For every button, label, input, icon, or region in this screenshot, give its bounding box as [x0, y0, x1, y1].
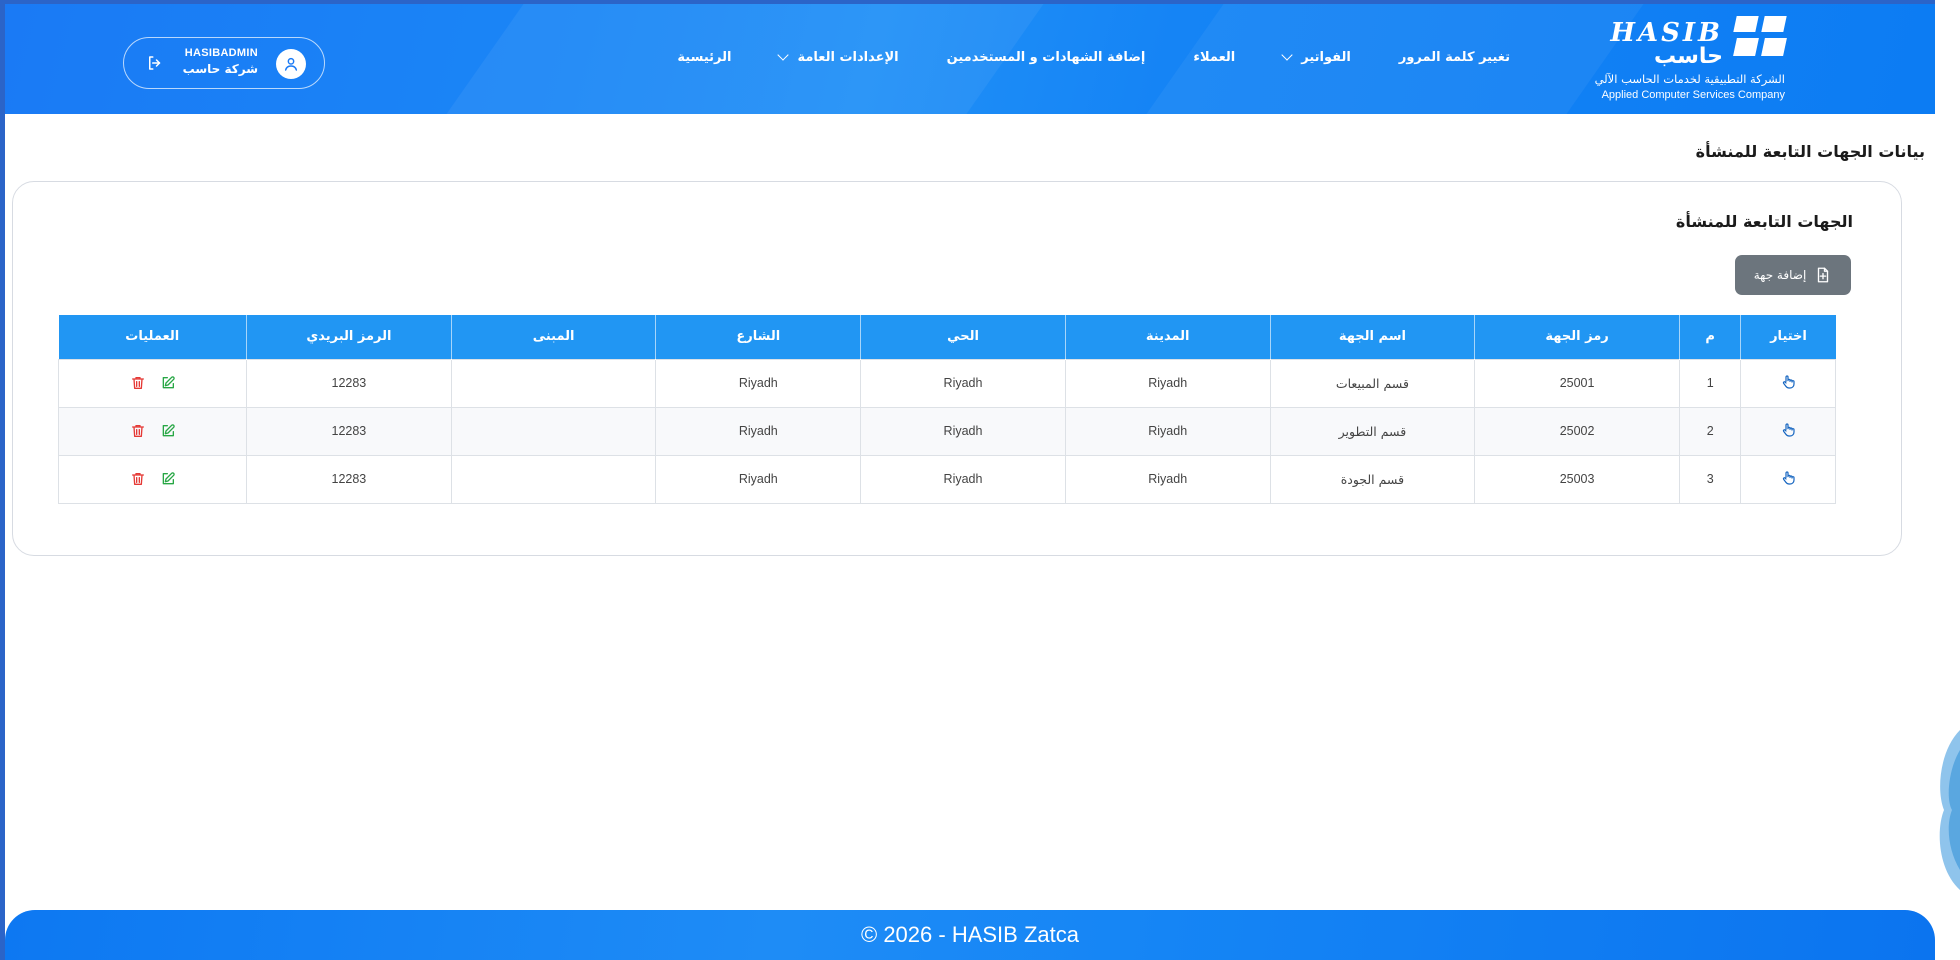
cell-index: 3 — [1678, 454, 1742, 504]
table-row[interactable]: 1 25001 قسم المبيعات Riyadh Riyadh Riyadh 1228… — [57, 358, 1836, 408]
chevron-down-icon — [777, 49, 790, 61]
column-header: اسم الجهة — [1269, 315, 1475, 359]
select-cell — [1740, 358, 1836, 408]
cell-building — [450, 358, 657, 408]
page-title: بيانات الجهات التابعة للمنشأة — [1695, 142, 1925, 161]
column-header: الحي — [860, 315, 1066, 359]
nav-item-label: الرئيسية — [677, 50, 732, 65]
cell-city: Riyadh — [1064, 406, 1271, 456]
cell-postal: 12283 — [246, 454, 452, 504]
cell-district: Riyadh — [860, 358, 1066, 408]
nav-item-4[interactable]: الفواتير — [1281, 49, 1351, 65]
trash-icon[interactable] — [130, 375, 146, 391]
cell-building — [450, 406, 657, 456]
column-header: م — [1678, 315, 1741, 359]
logo-brand-ar: حاسب — [1653, 44, 1723, 69]
column-header: رمز الجهة — [1474, 315, 1680, 359]
footer: © 2026 - HASIB Zatca — [5, 910, 1935, 960]
logo-mark-icon — [1733, 16, 1787, 32]
user-icon — [284, 57, 298, 71]
side-decoration-icon — [1939, 730, 1960, 890]
company-logo[interactable]: HASIB حاسب الشركة التطبيقية لخدمات الحاس… — [1565, 14, 1787, 106]
entities-table: اختيار م رمز الجهة اسم الجهة المدينة الحي الشا… — [57, 315, 1836, 504]
column-header: الرمز البريدي — [246, 315, 452, 359]
nav-item-label: الفواتير — [1301, 50, 1351, 65]
nav-item-label: إضافة الشهادات و المستخدمين — [946, 50, 1146, 65]
select-cell — [1740, 454, 1836, 504]
cell-street: Riyadh — [655, 358, 862, 408]
cell-district: Riyadh — [860, 454, 1066, 504]
avatar[interactable] — [276, 49, 306, 79]
hand-pointer-icon[interactable] — [1780, 374, 1796, 390]
actions-cell — [57, 454, 248, 504]
card-title: الجهات التابعة للمنشأة — [1675, 212, 1853, 231]
table-row[interactable]: 3 25003 قسم الجودة Riyadh Riyadh Riyadh 12283 — [57, 454, 1836, 504]
add-entity-label: إضافة جهة — [1753, 268, 1807, 282]
edit-icon[interactable] — [160, 471, 176, 487]
nav-item-3[interactable]: العملاء — [1193, 50, 1235, 65]
logo-subtitle-en: Applied Computer Services Company — [1601, 89, 1785, 101]
cell-name: قسم المبيعات — [1269, 358, 1476, 408]
cell-district: Riyadh — [860, 406, 1066, 456]
top-navbar: HASIB حاسب الشركة التطبيقية لخدمات الحاس… — [5, 4, 1935, 114]
nav-item-2[interactable]: إضافة الشهادات و المستخدمين — [947, 50, 1146, 65]
cell-code: 25003 — [1474, 454, 1680, 504]
cell-postal: 12283 — [246, 406, 452, 456]
logo-mark-icon-lower — [1733, 38, 1787, 56]
cell-index: 1 — [1678, 358, 1742, 408]
row-actions — [59, 423, 246, 439]
table-body: 1 25001 قسم المبيعات Riyadh Riyadh Riyadh 1228… — [57, 358, 1836, 504]
main-nav: الرئيسية الإعدادات العامة إضافة الشهادات و… — [677, 49, 1510, 65]
column-header: اختيار — [1740, 315, 1836, 359]
column-header: المدينة — [1064, 315, 1271, 359]
table-header-row: اختيار م رمز الجهة اسم الجهة المدينة الحي الشا… — [58, 315, 1836, 359]
cell-code: 25001 — [1474, 358, 1680, 408]
user-info: HASIBADMIN شركة حاسب — [183, 47, 258, 76]
user-menu[interactable]: HASIBADMIN شركة حاسب — [123, 37, 325, 89]
cell-building — [450, 454, 657, 504]
footer-copyright: © 2026 - HASIB Zatca — [861, 922, 1079, 947]
row-actions — [59, 375, 246, 391]
entities-card: الجهات التابعة للمنشأة إضافة جهة اختيار م… — [12, 181, 1902, 556]
chevron-down-icon — [1281, 49, 1293, 61]
column-header: المبنى — [450, 315, 656, 359]
logo-subtitle-ar: الشركة التطبيقية لخدمات الحاسب الآلي — [1594, 72, 1785, 86]
add-entity-button[interactable]: إضافة جهة — [1735, 255, 1851, 295]
edit-icon[interactable] — [160, 375, 176, 391]
cell-postal: 12283 — [246, 358, 452, 408]
cell-index: 2 — [1678, 406, 1742, 456]
cell-city: Riyadh — [1064, 358, 1271, 408]
app-window: HASIB حاسب الشركة التطبيقية لخدمات الحاس… — [0, 0, 1935, 960]
cell-name: قسم التطوير — [1269, 406, 1476, 456]
table-header: اختيار م رمز الجهة اسم الجهة المدينة الحي الشا… — [58, 315, 1836, 359]
cell-name: قسم الجودة — [1269, 454, 1476, 504]
cell-city: Riyadh — [1064, 454, 1271, 504]
cell-street: Riyadh — [655, 406, 862, 456]
user-name: HASIBADMIN — [184, 47, 258, 59]
actions-cell — [57, 406, 248, 456]
trash-icon[interactable] — [130, 423, 146, 439]
column-header: العمليات — [58, 315, 247, 359]
nav-item-label: الإعدادات العامة — [797, 50, 899, 65]
edit-icon[interactable] — [160, 423, 176, 439]
column-header: الشارع — [655, 315, 861, 359]
nav-item-0[interactable]: الرئيسية — [677, 50, 731, 65]
select-cell — [1740, 406, 1836, 456]
trash-icon[interactable] — [130, 471, 146, 487]
user-company: شركة حاسب — [182, 62, 258, 76]
nav-item-1[interactable]: الإعدادات العامة — [777, 49, 899, 65]
logout-icon[interactable] — [146, 54, 164, 72]
actions-cell — [57, 358, 248, 408]
nav-item-label: تغيير كلمة المرور — [1398, 50, 1510, 65]
cell-code: 25002 — [1474, 406, 1680, 456]
file-plus-icon — [1818, 267, 1829, 283]
nav-item-label: العملاء — [1193, 50, 1236, 65]
nav-item-5[interactable]: تغيير كلمة المرور — [1399, 50, 1510, 65]
hand-pointer-icon[interactable] — [1780, 470, 1796, 486]
row-actions — [59, 471, 246, 487]
cell-street: Riyadh — [655, 454, 862, 504]
hand-pointer-icon[interactable] — [1780, 422, 1796, 438]
table-row[interactable]: 2 25002 قسم التطوير Riyadh Riyadh Riyadh 12283 — [57, 406, 1836, 456]
